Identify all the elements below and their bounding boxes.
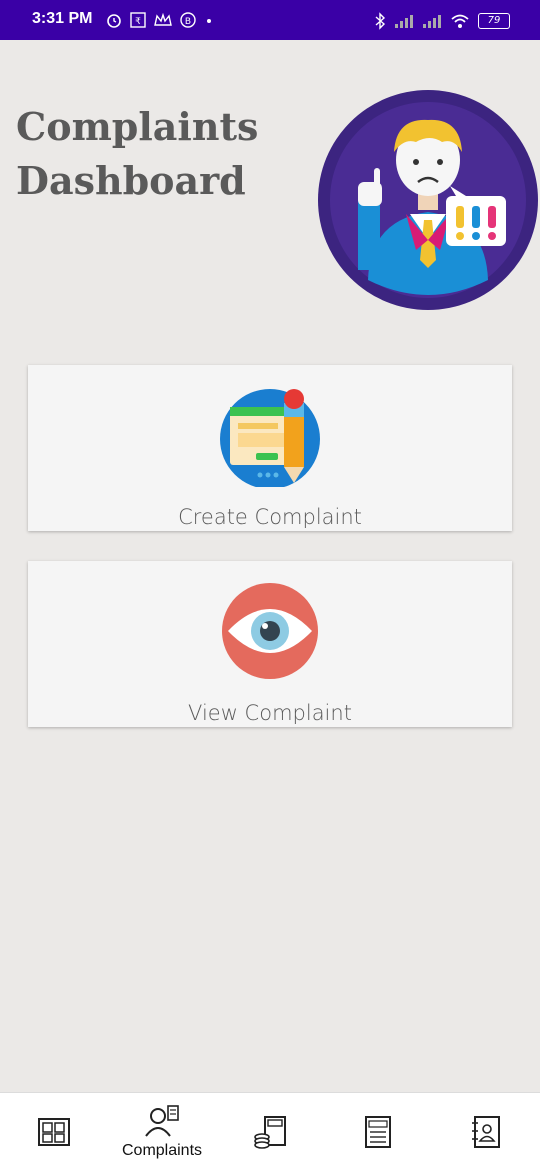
- status-bar: 3:31 PM ₹ B 79: [0, 0, 540, 40]
- svg-text:₹: ₹: [135, 17, 141, 27]
- contacts-book-icon: [472, 1116, 500, 1148]
- person-complaint-icon: [145, 1105, 179, 1137]
- status-time: 3:31 PM: [32, 10, 93, 27]
- complaining-man-icon: [318, 90, 538, 310]
- signal-icon: [423, 15, 441, 28]
- nav-label-complaints: Complaints: [121, 1142, 203, 1159]
- eye-icon: [222, 583, 318, 679]
- create-complaint-card[interactable]: Create Complaint: [28, 365, 512, 531]
- view-complaint-card[interactable]: View Complaint: [28, 561, 512, 727]
- battery-icon: 79: [478, 13, 510, 29]
- nav-item-contacts[interactable]: [432, 1093, 540, 1171]
- nav-item-documents[interactable]: [0, 1093, 108, 1171]
- signal-icon: [395, 15, 413, 28]
- rules-book-icon: [365, 1116, 391, 1148]
- create-complaint-label: Create Complaint: [178, 505, 362, 529]
- bottom-navigation: Complaints: [0, 1092, 540, 1171]
- title-line-2: Dashboard: [16, 158, 246, 203]
- battery-level: 79: [487, 15, 501, 26]
- nav-item-calculator[interactable]: [216, 1093, 324, 1171]
- rs-icon: ₹: [130, 12, 146, 28]
- dot-icon: [207, 19, 211, 23]
- calculator-coins-icon: [254, 1116, 286, 1149]
- wifi-icon: [451, 14, 469, 28]
- page-title: Complaints Dashboard: [16, 100, 296, 208]
- documents-icon: [38, 1118, 70, 1146]
- svg-text:B: B: [185, 17, 191, 27]
- nav-item-complaints[interactable]: Complaints: [108, 1093, 216, 1171]
- alarm-icon: [107, 14, 121, 28]
- title-line-1: Complaints: [16, 104, 259, 149]
- nav-item-rules[interactable]: [324, 1093, 432, 1171]
- crown-icon: [154, 12, 172, 26]
- form-pencil-icon: [220, 389, 320, 487]
- bluetooth-icon: [375, 12, 386, 30]
- b-icon: B: [180, 12, 196, 28]
- view-complaint-label: View Complaint: [188, 701, 352, 725]
